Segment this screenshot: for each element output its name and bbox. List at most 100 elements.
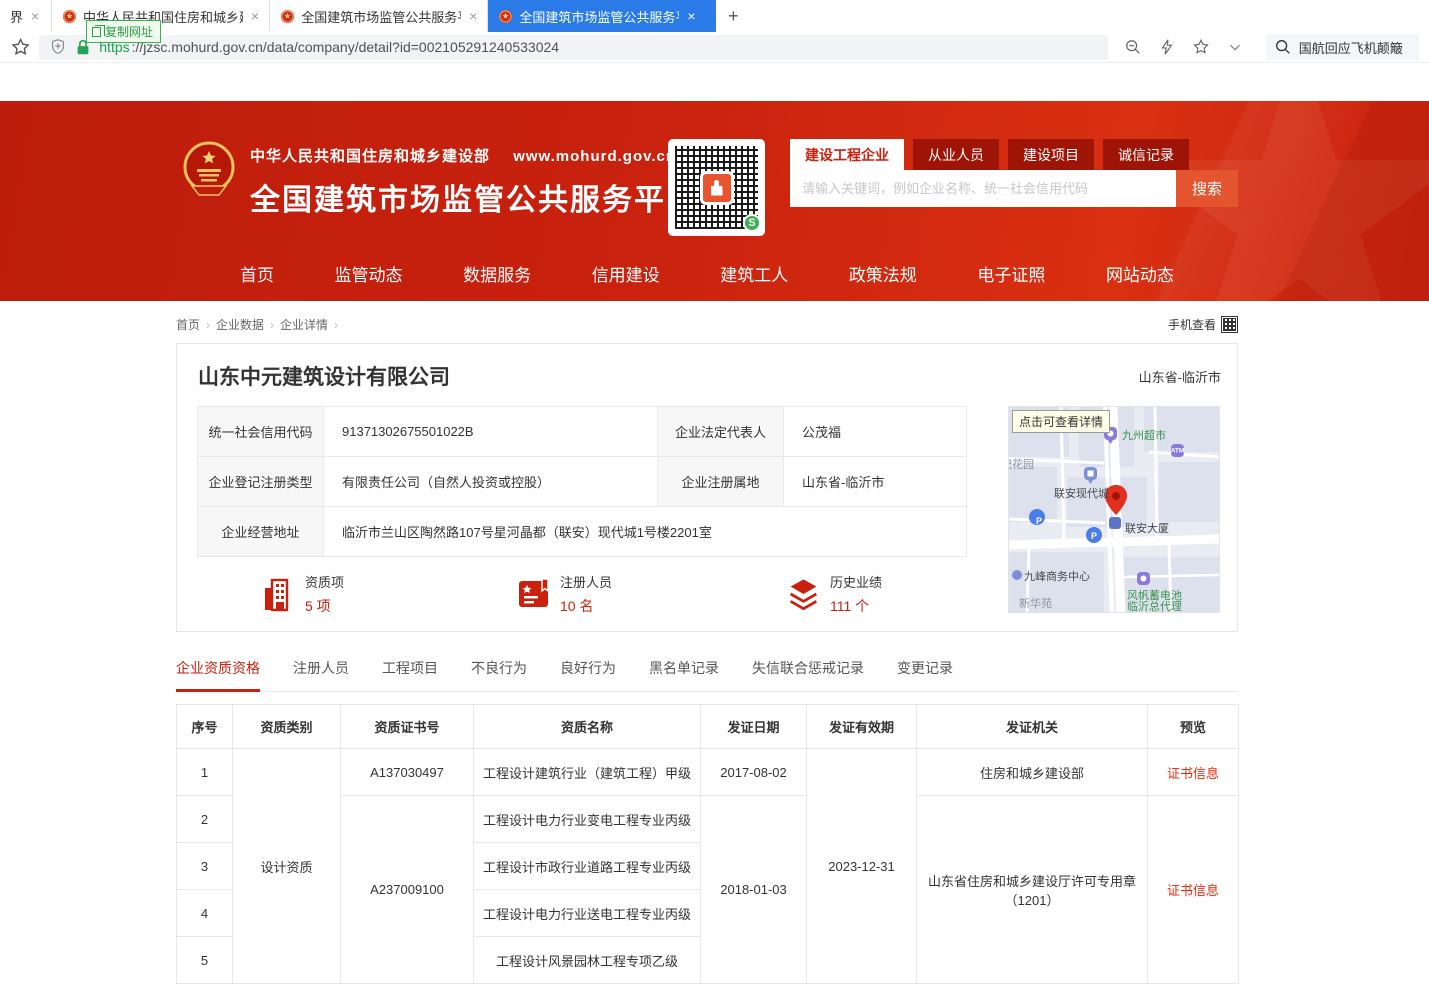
nav-item-workers[interactable]: 建筑工人 bbox=[720, 261, 788, 286]
stat-value: 5 项 bbox=[305, 596, 344, 616]
close-icon[interactable]: × bbox=[31, 8, 39, 24]
tab-title: 全国建筑市场监管公共服务平台 bbox=[519, 7, 679, 26]
nav-item-license[interactable]: 电子证照 bbox=[977, 261, 1045, 286]
breadcrumb-company-detail[interactable]: 企业详情 bbox=[280, 316, 328, 333]
browser-tab-strip: 界 × 中华人民共和国住房和城乡建设 × 全国建筑市场监管公共服务平台 × 全国… bbox=[0, 0, 1429, 32]
tab-qualifications[interactable]: 企业资质资格 bbox=[176, 658, 260, 691]
stat-label: 注册人员 bbox=[560, 572, 612, 591]
close-icon[interactable]: × bbox=[251, 8, 259, 24]
col-header-preview: 预览 bbox=[1148, 705, 1239, 749]
site-brand: 中华人民共和国住房和城乡建设部 www.mohurd.gov.cn 全国建筑市场… bbox=[250, 145, 698, 219]
map-tooltip: 点击可查看详情 bbox=[1012, 410, 1110, 433]
tab-title: 界 bbox=[10, 7, 23, 26]
stat-value: 111 个 bbox=[830, 596, 882, 616]
nav-item-data-service[interactable]: 数据服务 bbox=[463, 261, 531, 286]
url-bar[interactable]: https ://jzsc.mohurd.gov.cn/data/company… bbox=[39, 35, 1108, 60]
browser-tab-1[interactable]: 中华人民共和国住房和城乡建设 × bbox=[52, 0, 270, 32]
browser-action-icons bbox=[1124, 38, 1244, 56]
col-header-issue-date: 发证日期 bbox=[701, 705, 807, 749]
keyword-search-input[interactable] bbox=[790, 170, 1176, 207]
search-tab-credit[interactable]: 诚信记录 bbox=[1103, 139, 1189, 170]
chevron-down-icon[interactable] bbox=[1226, 38, 1244, 56]
cell-no: 1 bbox=[177, 749, 233, 796]
emblem-favicon-icon bbox=[62, 9, 77, 24]
search-tab-project[interactable]: 建设项目 bbox=[1008, 139, 1094, 170]
qualification-table: 序号 资质类别 资质证书号 资质名称 发证日期 发证有效期 发证机关 预览 1 … bbox=[176, 704, 1239, 984]
quick-search-box[interactable]: 国航回应飞机颠簸 bbox=[1266, 34, 1419, 60]
search-button[interactable]: 搜索 bbox=[1176, 170, 1238, 207]
stat-past-performance[interactable]: 历史业绩 111 个 bbox=[787, 572, 882, 616]
company-name: 山东中元建筑设计有限公司 bbox=[198, 361, 450, 391]
cell-name: 工程设计风景园林工程专项乙级 bbox=[474, 937, 701, 984]
tab-bad-behavior[interactable]: 不良行为 bbox=[471, 658, 527, 691]
cell-category: 设计资质 bbox=[233, 749, 341, 984]
nav-item-home[interactable]: 首页 bbox=[240, 261, 274, 286]
cell-cert-no: A237009100 bbox=[341, 796, 474, 984]
favorite-star-icon[interactable] bbox=[1192, 38, 1210, 56]
breadcrumb-home[interactable]: 首页 bbox=[176, 316, 200, 333]
cell-name: 工程设计电力行业送电工程专业丙级 bbox=[474, 890, 701, 937]
tab-changes[interactable]: 变更记录 bbox=[897, 658, 953, 691]
search-icon bbox=[1274, 38, 1292, 56]
search-tab-personnel[interactable]: 从业人员 bbox=[913, 139, 999, 170]
nav-item-news[interactable]: 网站动态 bbox=[1106, 261, 1174, 286]
quick-search-text: 国航回应飞机颠簸 bbox=[1299, 38, 1403, 57]
field-label: 企业法定代表人 bbox=[658, 407, 784, 457]
col-header-cert-no: 资质证书号 bbox=[341, 705, 474, 749]
registration-type-value: 有限责任公司（自然人投资或控股） bbox=[324, 457, 658, 507]
table-row: 企业经营地址 临沂市兰山区陶然路107号星河晶都（联安）现代城1号楼2201室 bbox=[198, 507, 967, 557]
mobile-qr-icon[interactable] bbox=[1221, 316, 1238, 333]
search-tab-enterprise[interactable]: 建设工程企业 bbox=[790, 139, 904, 170]
lightning-icon[interactable] bbox=[1158, 38, 1176, 56]
map-label-garden: 纪花园 bbox=[1008, 456, 1034, 472]
legal-person-value: 公茂福 bbox=[784, 407, 967, 457]
svg-text:P: P bbox=[1036, 516, 1042, 526]
cell-authority: 山东省住房和城乡建设厅许可专用章（1201） bbox=[917, 796, 1148, 984]
tab-good-behavior[interactable]: 良好行为 bbox=[560, 658, 616, 691]
tab-dishonesty[interactable]: 失信联合惩戒记录 bbox=[752, 658, 864, 691]
tab-projects[interactable]: 工程项目 bbox=[382, 658, 438, 691]
stat-label: 历史业绩 bbox=[830, 572, 882, 591]
nav-item-policy[interactable]: 政策法规 bbox=[849, 261, 917, 286]
shield-plus-icon[interactable] bbox=[49, 38, 67, 56]
url-text: ://jzsc.mohurd.gov.cn/data/company/detai… bbox=[132, 39, 559, 55]
new-tab-button[interactable]: + bbox=[716, 0, 750, 32]
browser-tab-active[interactable]: 全国建筑市场监管公共服务平台 × bbox=[488, 0, 716, 32]
cell-issue-date: 2017-08-02 bbox=[701, 749, 807, 796]
table-row: 统一社会信用代码 91371302675501022B 企业法定代表人 公茂福 bbox=[198, 407, 967, 457]
stat-registered-staff[interactable]: 注册人员 10 名 bbox=[517, 572, 612, 616]
copy-tooltip-label: 复制网址 bbox=[105, 23, 153, 40]
tab-registered-staff[interactable]: 注册人员 bbox=[293, 658, 349, 691]
stat-value: 10 名 bbox=[560, 596, 612, 616]
tab-blacklist[interactable]: 黑名单记录 bbox=[649, 658, 719, 691]
breadcrumb: 首页 › 企业数据 › 企业详情 › 手机查看 bbox=[176, 316, 1238, 333]
main-nav: 首页 监管动态 数据服务 信用建设 建筑工人 政策法规 电子证照 网站动态 bbox=[176, 246, 1238, 301]
breadcrumb-company-data[interactable]: 企业数据 bbox=[216, 316, 264, 333]
cell-valid-until: 2023-12-31 bbox=[807, 749, 917, 984]
browser-tab-2[interactable]: 全国建筑市场监管公共服务平台 × bbox=[270, 0, 488, 32]
browser-tab-0[interactable]: 界 × bbox=[0, 0, 52, 32]
stat-qualifications[interactable]: 资质项 5 项 bbox=[262, 572, 344, 616]
breadcrumb-separator: › bbox=[334, 318, 338, 332]
company-card: 山东中元建筑设计有限公司 山东省-临沂市 统一社会信用代码 9137130267… bbox=[176, 343, 1238, 632]
location-map[interactable]: P P ATM 点击可查看详情 九州超市 纪花园 联安现代城 联安大厦 九峰商务… bbox=[1008, 406, 1220, 613]
field-label: 企业经营地址 bbox=[198, 507, 324, 557]
close-icon[interactable]: × bbox=[469, 8, 477, 24]
map-label-lianan-city: 联安现代城 bbox=[1054, 485, 1109, 501]
close-icon[interactable]: × bbox=[687, 8, 695, 24]
mobile-view-label: 手机查看 bbox=[1168, 316, 1216, 333]
map-label-battery-2: 临沂总代理 bbox=[1127, 598, 1182, 613]
svg-text:P: P bbox=[1091, 531, 1097, 541]
copy-url-tooltip: 复制网址 bbox=[86, 20, 161, 43]
bookmark-star-icon[interactable] bbox=[10, 36, 31, 58]
certificate-info-link[interactable]: 证书信息 bbox=[1167, 766, 1219, 781]
certificate-info-link[interactable]: 证书信息 bbox=[1167, 883, 1219, 898]
field-label: 企业登记注册类型 bbox=[198, 457, 324, 507]
cell-no: 3 bbox=[177, 843, 233, 890]
col-header-name: 资质名称 bbox=[474, 705, 701, 749]
nav-item-supervision[interactable]: 监管动态 bbox=[335, 261, 403, 286]
business-address-value: 临沂市兰山区陶然路107号星河晶都（联安）现代城1号楼2201室 bbox=[324, 507, 967, 557]
zoom-out-icon[interactable] bbox=[1124, 38, 1142, 56]
nav-item-credit[interactable]: 信用建设 bbox=[592, 261, 660, 286]
col-header-no: 序号 bbox=[177, 705, 233, 749]
